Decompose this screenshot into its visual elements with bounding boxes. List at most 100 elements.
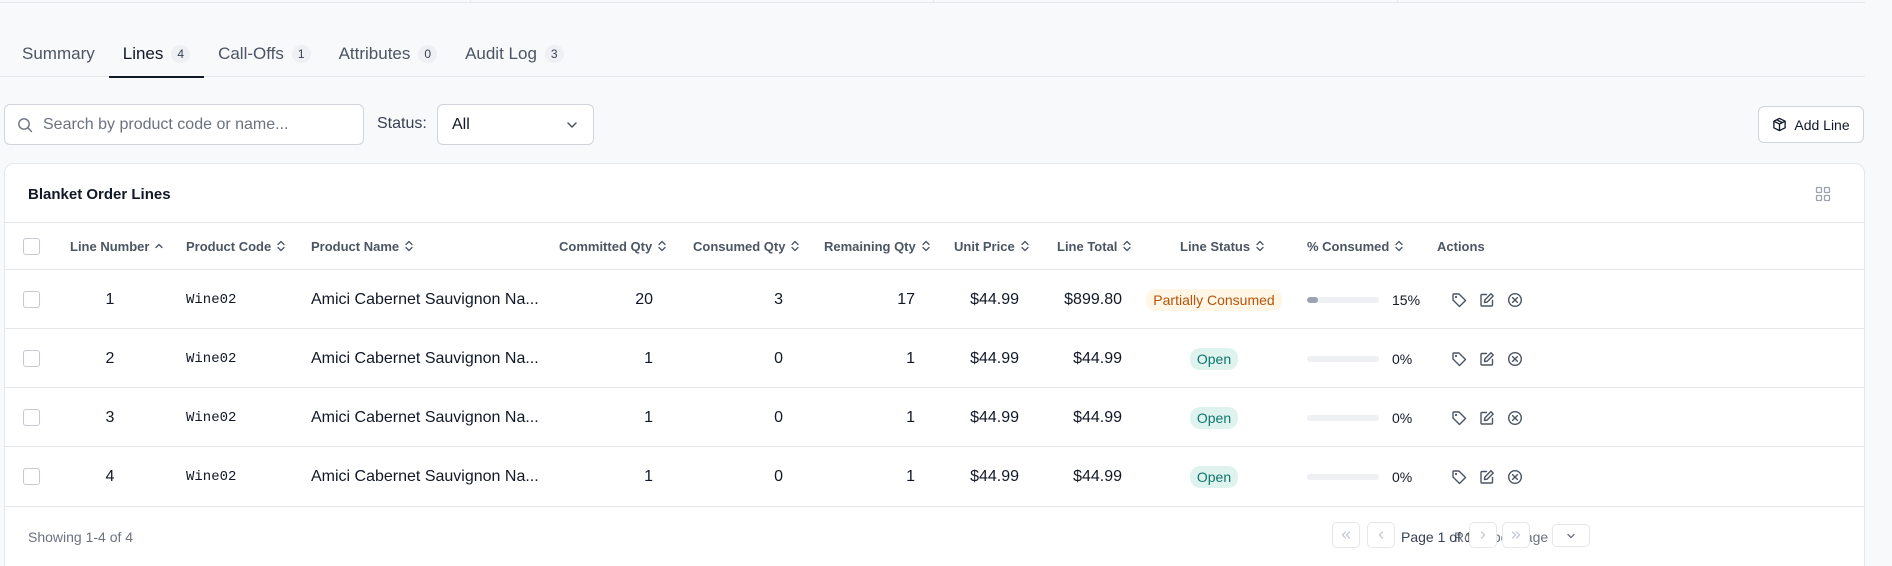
add-line-button[interactable]: Add Line: [1758, 106, 1864, 143]
column-header-remaining-qty[interactable]: Remaining Qty: [824, 223, 931, 269]
cell-line-total: $44.99: [1073, 408, 1122, 426]
tab-call-offs[interactable]: Call-Offs 1: [204, 30, 325, 77]
consumed-percent: 0%: [1392, 350, 1413, 367]
prev-page-icon: [1378, 531, 1384, 539]
tab-audit-log[interactable]: Audit Log 3: [451, 30, 578, 77]
cell-line-status: Partially Consumed: [1145, 270, 1283, 329]
consumed-percent: 15%: [1392, 291, 1421, 308]
column-header-product-code[interactable]: Product Code: [186, 223, 286, 269]
tag-icon[interactable]: [1451, 292, 1467, 308]
cell-committed-qty: 1: [644, 349, 653, 367]
first-page-icon: [1341, 531, 1351, 539]
package-icon: [1773, 117, 1787, 132]
top-section-border: [0, 0, 1865, 3]
cancel-icon[interactable]: [1507, 410, 1523, 426]
row-checkbox[interactable]: [23, 468, 40, 485]
row-checkbox[interactable]: [23, 291, 40, 308]
cell-product-name: Amici Cabernet Sauvignon Na...: [311, 349, 539, 367]
cell-consumed-qty: 0: [774, 467, 783, 485]
sort-icon: [658, 240, 666, 252]
consumed-progress-bar: [1307, 296, 1379, 303]
row-checkbox[interactable]: [23, 409, 40, 426]
search-input[interactable]: [43, 115, 343, 134]
consumed-progress-bar: [1307, 355, 1379, 362]
column-header-unit-price[interactable]: Unit Price: [954, 223, 1030, 269]
status-badge: Open: [1189, 347, 1239, 370]
prev-page-button[interactable]: [1367, 522, 1395, 548]
tab-label: Lines: [122, 43, 164, 63]
cell-line-status: Open: [1145, 447, 1283, 506]
tab-count-badge: 3: [544, 44, 564, 63]
cell-committed-qty: 20: [635, 290, 653, 308]
consumed-percent: 0%: [1392, 409, 1413, 426]
cancel-icon[interactable]: [1507, 292, 1523, 308]
cell-remaining-qty: 1: [906, 467, 915, 485]
tab-lines[interactable]: Lines 4: [108, 30, 205, 78]
select-all-checkbox[interactable]: [23, 238, 40, 255]
last-page-button[interactable]: [1502, 522, 1530, 548]
table-row[interactable]: 4 Wine02 Amici Cabernet Sauvignon Na... 1 0 1…: [5, 446, 1864, 505]
column-header-label: Committed Qty: [559, 238, 653, 254]
cell-product-code: Wine02: [186, 350, 237, 367]
column-header-consumed-qty[interactable]: Consumed Qty: [693, 223, 800, 269]
column-header-line-status[interactable]: Line Status: [1180, 223, 1265, 269]
cancel-icon[interactable]: [1507, 469, 1523, 485]
first-page-button[interactable]: [1332, 522, 1360, 548]
cell-actions: [1451, 329, 1523, 388]
row-checkbox[interactable]: [23, 350, 40, 367]
edit-icon[interactable]: [1479, 410, 1495, 426]
tab-attributes[interactable]: Attributes 0: [325, 30, 452, 77]
card-title: Blanket Order Lines: [28, 186, 171, 203]
search-box[interactable]: [4, 104, 364, 145]
grid-icon[interactable]: [1815, 186, 1831, 202]
column-header-committed-qty[interactable]: Committed Qty: [559, 223, 667, 269]
column-header-actions: Actions: [1437, 223, 1485, 269]
next-page-icon: [1480, 531, 1486, 539]
column-header-product-name[interactable]: Product Name: [311, 223, 414, 269]
column-header-label: Unit Price: [954, 238, 1015, 254]
cell-unit-price: $44.99: [970, 408, 1019, 426]
sort-icon: [1256, 240, 1264, 252]
cell-pct-consumed: 0%: [1307, 447, 1412, 506]
cancel-icon[interactable]: [1507, 351, 1523, 367]
sort-icon: [791, 240, 800, 252]
cell-line-status: Open: [1145, 388, 1283, 447]
cell-line-number: 2: [105, 349, 115, 367]
sort-icon: [277, 240, 285, 252]
column-header-label: Product Code: [186, 238, 272, 254]
next-page-button[interactable]: [1469, 522, 1497, 548]
tag-icon[interactable]: [1451, 469, 1467, 485]
tab-summary[interactable]: Summary: [8, 30, 109, 77]
tab-count-badge: 1: [291, 44, 311, 63]
tag-icon[interactable]: [1451, 351, 1467, 367]
table-row[interactable]: 3 Wine02 Amici Cabernet Sauvignon Na... 1 0 1…: [5, 387, 1864, 446]
table-row[interactable]: 1 Wine02 Amici Cabernet Sauvignon Na... 20 3…: [5, 269, 1864, 328]
cell-unit-price: $44.99: [970, 467, 1019, 485]
edit-icon[interactable]: [1479, 351, 1495, 367]
edit-icon[interactable]: [1479, 292, 1495, 308]
edit-icon[interactable]: [1479, 469, 1495, 485]
status-filter-label: Status:: [377, 115, 427, 132]
footer-divider: [5, 506, 1864, 507]
status-filter-select[interactable]: All: [437, 104, 594, 145]
cell-unit-price: $44.99: [970, 349, 1019, 367]
column-header-line-total[interactable]: Line Total: [1057, 223, 1132, 269]
rows-per-page-select[interactable]: [1552, 524, 1590, 547]
status-badge: Open: [1189, 406, 1239, 429]
tab-label: Attributes: [338, 43, 411, 63]
chevron-down-icon: [1567, 533, 1575, 538]
tag-icon[interactable]: [1451, 410, 1467, 426]
cell-line-number: 4: [105, 467, 115, 485]
cell-actions: [1451, 388, 1523, 447]
status-badge: Open: [1189, 465, 1239, 488]
tab-label: Summary: [22, 43, 95, 63]
column-header-pct-consumed[interactable]: % Consumed: [1307, 223, 1404, 269]
table-row[interactable]: 2 Wine02 Amici Cabernet Sauvignon Na... 1 0 1…: [5, 328, 1864, 387]
column-header-label: Line Total: [1057, 238, 1118, 254]
add-line-label: Add Line: [1794, 116, 1850, 133]
tab-label: Call-Offs: [218, 43, 284, 63]
column-header-line-number[interactable]: Line Number: [70, 223, 164, 269]
status-badge: Partially Consumed: [1146, 288, 1282, 311]
cell-actions: [1451, 270, 1523, 329]
column-header-label: Product Name: [311, 238, 400, 254]
